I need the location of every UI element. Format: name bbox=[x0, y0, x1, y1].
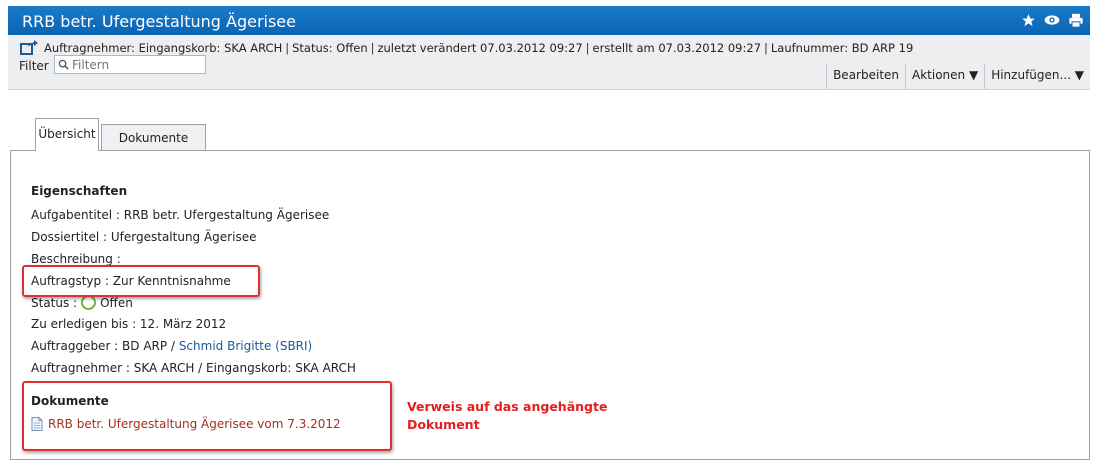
window-title: RRB betr. Ufergestaltung Ägerisee bbox=[22, 12, 296, 31]
prop-beschreibung: Beschreibung : bbox=[31, 252, 121, 266]
status-value: Offen bbox=[100, 296, 133, 310]
edit-button[interactable]: Bearbeiten bbox=[826, 64, 905, 89]
prop-dossiertitel: Dossiertitel : Ufergestaltung Ägerisee bbox=[31, 230, 257, 244]
prop-auftraggeber: Auftraggeber : BD ARP / Schmid Brigitte … bbox=[31, 339, 312, 353]
meta-number: Laufnummer: BD ARP 19 bbox=[770, 41, 914, 55]
tab-overview[interactable]: Übersicht bbox=[35, 118, 99, 151]
star-icon[interactable] bbox=[1020, 12, 1036, 28]
prop-auftragnehmer: Auftragnehmer : SKA ARCH / Eingangskorb:… bbox=[31, 361, 356, 375]
prop-aufgabentitel: Aufgabentitel : RRB betr. Ufergestaltung… bbox=[31, 208, 330, 222]
title-actions bbox=[1020, 12, 1084, 28]
auftraggeber-link[interactable]: Schmid Brigitte (SBRI) bbox=[179, 339, 312, 353]
properties-heading: Eigenschaften bbox=[31, 184, 128, 198]
meta-modified: zuletzt verändert 07.03.2012 09:27 bbox=[377, 41, 583, 55]
highlight-auftragstyp bbox=[22, 265, 260, 297]
auftraggeber-label: Auftraggeber : BD ARP / bbox=[31, 339, 175, 353]
task-forward-icon bbox=[20, 39, 38, 58]
prop-erledigen: Zu erledigen bis : 12. März 2012 bbox=[31, 317, 227, 331]
info-bar: Auftragnehmer: Eingangskorb: SKA ARCH | St… bbox=[8, 35, 1090, 90]
filter-input[interactable] bbox=[72, 57, 200, 72]
tab-documents[interactable]: Dokumente bbox=[101, 124, 206, 150]
annotation-text: Verweis auf das angehängte Dokument bbox=[407, 398, 607, 434]
window-title-bar: RRB betr. Ufergestaltung Ägerisee bbox=[8, 6, 1090, 35]
prop-status: Status : Offen bbox=[31, 295, 133, 310]
action-toolbar: Bearbeiten Aktionen ▼ Hinzufügen... ▼ bbox=[826, 64, 1090, 89]
highlight-documents bbox=[22, 381, 392, 451]
meta-created: erstellt am 07.03.2012 09:27 bbox=[592, 41, 762, 55]
meta-auftragnehmer: Auftragnehmer: Eingangskorb: SKA ARCH bbox=[44, 41, 283, 55]
add-dropdown[interactable]: Hinzufügen... ▼ bbox=[984, 64, 1090, 89]
print-icon[interactable] bbox=[1068, 12, 1084, 28]
meta-status: Status: Offen bbox=[292, 41, 368, 55]
filter-field[interactable] bbox=[54, 55, 206, 74]
annotation-line-1: Verweis auf das angehängte bbox=[407, 399, 608, 414]
status-label: Status : bbox=[31, 296, 78, 310]
actions-dropdown[interactable]: Aktionen ▼ bbox=[905, 64, 984, 89]
filter-label: Filter bbox=[19, 59, 49, 73]
annotation-line-2: Dokument bbox=[407, 417, 480, 432]
eye-icon[interactable] bbox=[1044, 12, 1060, 28]
status-open-icon bbox=[81, 295, 97, 310]
search-icon bbox=[58, 59, 69, 70]
